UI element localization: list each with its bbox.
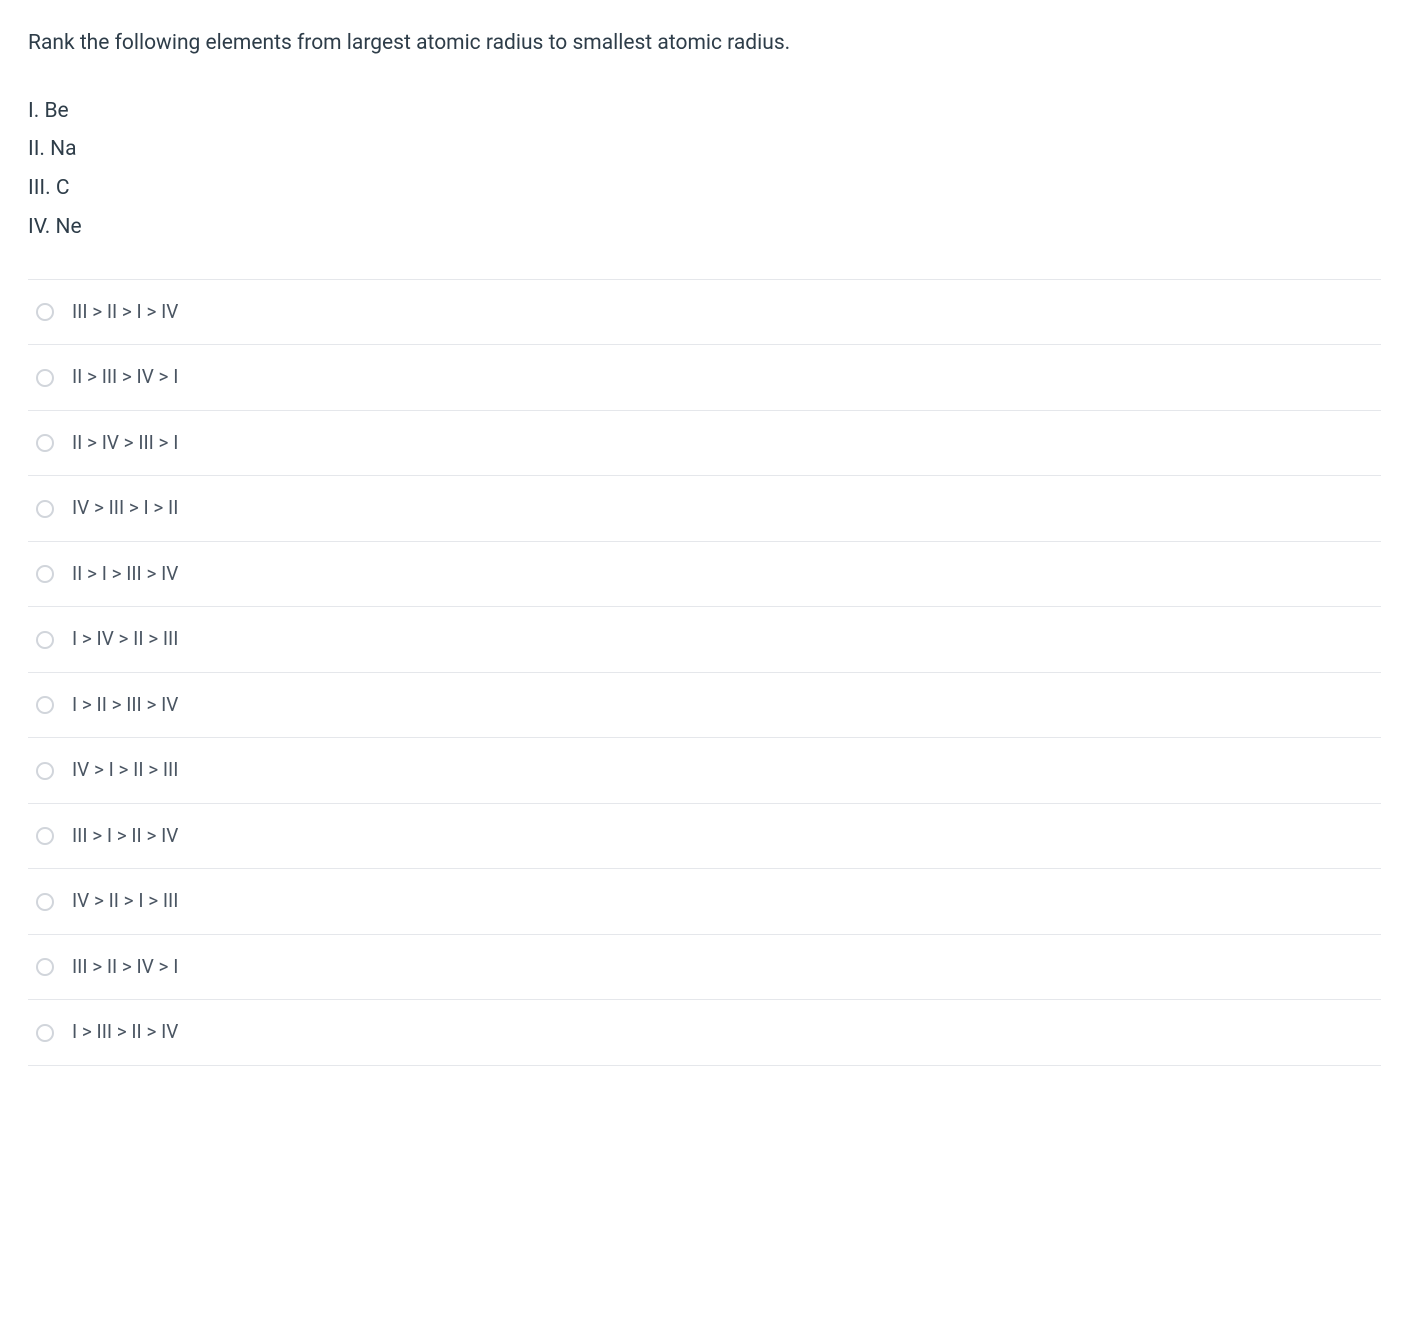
option-row[interactable]: I > II > III > IV	[28, 673, 1381, 739]
option-label: IV > II > I > III	[72, 887, 178, 916]
option-label: III > II > IV > I	[72, 953, 178, 982]
option-label: I > IV > II > III	[72, 625, 178, 654]
option-row[interactable]: III > I > II > IV	[28, 804, 1381, 870]
option-label: II > IV > III > I	[72, 429, 178, 458]
option-row[interactable]: II > IV > III > I	[28, 411, 1381, 477]
option-label: II > III > IV > I	[72, 363, 178, 392]
radio-icon	[36, 631, 54, 649]
radio-icon	[36, 369, 54, 387]
option-label: III > II > I > IV	[72, 298, 178, 327]
option-label: III > I > II > IV	[72, 822, 178, 851]
elements-list: I. Be II. Na III. C IV. Ne	[28, 92, 1381, 247]
option-row[interactable]: IV > II > I > III	[28, 869, 1381, 935]
option-label: IV > I > II > III	[72, 756, 178, 785]
option-row[interactable]: II > I > III > IV	[28, 542, 1381, 608]
element-item: III. C	[28, 169, 1381, 208]
radio-icon	[36, 565, 54, 583]
element-item: IV. Ne	[28, 208, 1381, 247]
option-label: I > III > II > IV	[72, 1018, 178, 1047]
radio-icon	[36, 696, 54, 714]
option-row[interactable]: III > II > IV > I	[28, 935, 1381, 1001]
option-label: IV > III > I > II	[72, 494, 178, 523]
radio-icon	[36, 1024, 54, 1042]
radio-icon	[36, 762, 54, 780]
radio-icon	[36, 827, 54, 845]
question-prompt: Rank the following elements from largest…	[28, 28, 1381, 60]
option-label: II > I > III > IV	[72, 560, 178, 589]
radio-icon	[36, 500, 54, 518]
radio-icon	[36, 303, 54, 321]
options-list: III > II > I > IV II > III > IV > I II >…	[28, 279, 1381, 1066]
radio-icon	[36, 958, 54, 976]
option-row[interactable]: II > III > IV > I	[28, 345, 1381, 411]
option-label: I > II > III > IV	[72, 691, 178, 720]
element-item: II. Na	[28, 130, 1381, 169]
option-row[interactable]: IV > III > I > II	[28, 476, 1381, 542]
option-row[interactable]: I > III > II > IV	[28, 1000, 1381, 1066]
radio-icon	[36, 434, 54, 452]
option-row[interactable]: IV > I > II > III	[28, 738, 1381, 804]
element-item: I. Be	[28, 92, 1381, 131]
option-row[interactable]: I > IV > II > III	[28, 607, 1381, 673]
radio-icon	[36, 893, 54, 911]
option-row[interactable]: III > II > I > IV	[28, 280, 1381, 346]
